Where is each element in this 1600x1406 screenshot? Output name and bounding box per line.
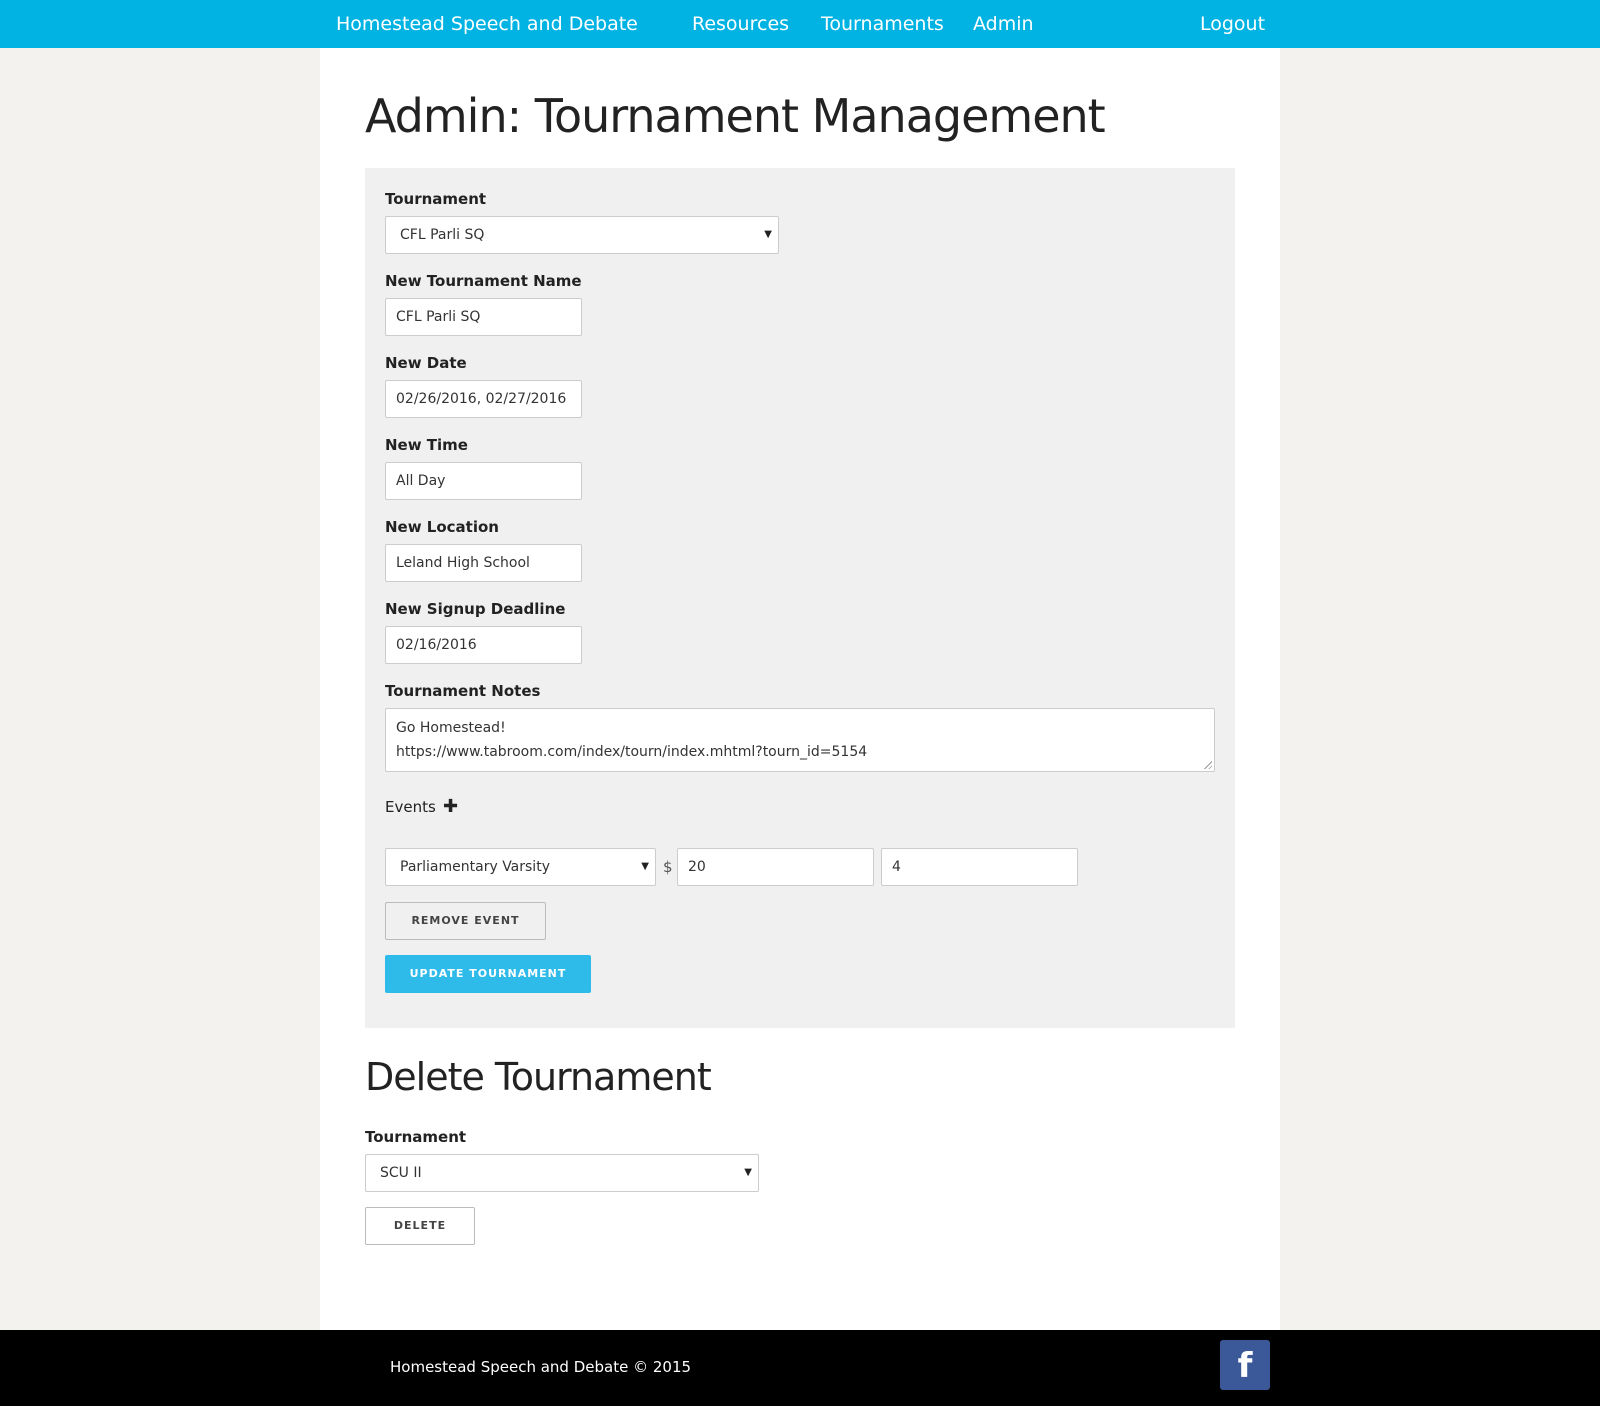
delete-tournament-value: SCU II [380,1165,422,1181]
currency-symbol: $ [663,858,673,876]
time-input[interactable]: All Day [385,462,582,500]
tournament-name-label: New Tournament Name [385,272,582,290]
nav-link-admin[interactable]: Admin [973,12,1034,36]
chevron-down-icon: ▼ [764,229,772,240]
facebook-icon[interactable]: f [1220,1340,1270,1390]
chevron-down-icon: ▼ [744,1167,752,1178]
tournament-select[interactable]: CFL Parli SQ ▼ [385,216,779,254]
notes-line: https://www.tabroom.com/index/tourn/inde… [396,744,868,760]
update-tournament-button[interactable]: UPDATE TOURNAMENT [385,955,591,993]
edit-tournament-panel: Tournament CFL Parli SQ ▼ New Tournament… [365,168,1235,1028]
logout-link[interactable]: Logout [1200,12,1265,36]
signup-deadline-label: New Signup Deadline [385,600,566,618]
page-title: Admin: Tournament Management [365,89,1106,143]
nav-link-tournaments[interactable]: Tournaments [821,12,944,36]
delete-tournament-label: Tournament [365,1128,467,1146]
notes-textarea[interactable]: Go Homestead! https://www.tabroom.com/in… [385,708,1215,772]
tournament-select-label: Tournament [385,190,487,208]
event-slots-input[interactable]: 4 [881,848,1078,886]
brand-link[interactable]: Homestead Speech and Debate [336,12,638,36]
date-label: New Date [385,354,467,372]
notes-label: Tournament Notes [385,682,541,700]
delete-tournament-select[interactable]: SCU II ▼ [365,1154,759,1192]
remove-event-button[interactable]: REMOVE EVENT [385,902,546,940]
delete-section-title: Delete Tournament [365,1055,712,1099]
chevron-down-icon: ▼ [641,861,649,872]
footer-copyright: Homestead Speech and Debate © 2015 [390,1358,692,1376]
delete-button[interactable]: DELETE [365,1207,475,1245]
tournament-name-input[interactable]: CFL Parli SQ [385,298,582,336]
time-label: New Time [385,436,468,454]
notes-line: Go Homestead! [396,720,506,736]
nav-link-resources[interactable]: Resources [692,12,789,36]
event-type-value: Parliamentary Varsity [400,859,550,875]
resize-handle[interactable] [1203,760,1212,769]
location-label: New Location [385,518,499,536]
location-input[interactable]: Leland High School [385,544,582,582]
signup-deadline-input[interactable]: 02/16/2016 [385,626,582,664]
event-type-select[interactable]: Parliamentary Varsity ▼ [385,848,656,886]
main-content: Admin: Tournament Management Tournament … [320,48,1280,1330]
top-navbar: Homestead Speech and Debate Resources To… [0,0,1600,48]
date-input[interactable]: 02/26/2016, 02/27/2016 [385,380,582,418]
events-label: Events [385,798,436,816]
tournament-select-value: CFL Parli SQ [400,227,485,243]
footer: Homestead Speech and Debate © 2015 f [0,1330,1600,1406]
plus-icon[interactable]: ✚ [443,798,458,816]
event-fee-input[interactable]: 20 [677,848,874,886]
